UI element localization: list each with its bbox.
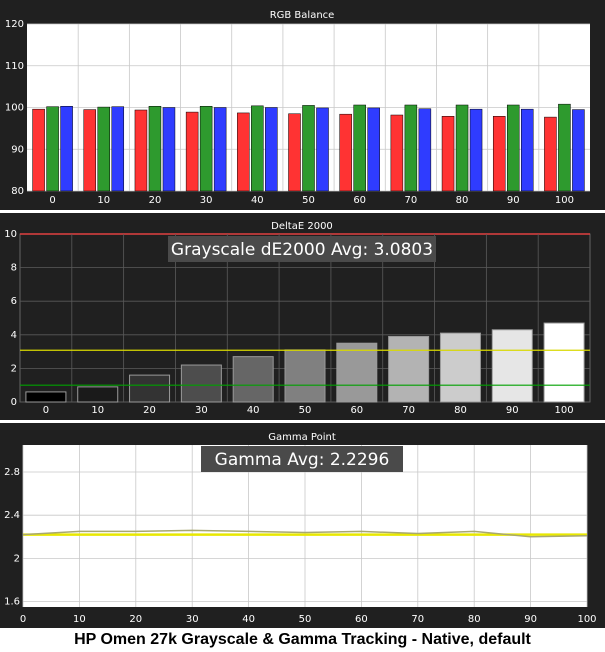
gamma-x-tick-label: 50 xyxy=(299,614,312,625)
gamma-x-tick-label: 60 xyxy=(355,614,368,625)
rgb-y-tick-label: 80 xyxy=(11,186,24,197)
rgb-bar-blue xyxy=(316,107,329,192)
gamma-y-tick-label: 2.4 xyxy=(4,510,20,521)
gamma-y-tick-label: 2 xyxy=(14,553,20,564)
rgb-bar-blue xyxy=(520,108,534,192)
rgb-bar-red xyxy=(83,109,97,192)
rgb-x-tick-label: 100 xyxy=(555,195,574,206)
rgb-y-tick-label: 120 xyxy=(5,19,24,30)
rgb-bar-green xyxy=(455,104,469,192)
deltae-y-tick-label: 10 xyxy=(4,229,17,240)
rgb-bar-blue xyxy=(572,109,585,192)
rgb-x-tick-label: 30 xyxy=(200,195,213,206)
gamma-x-tick-label: 100 xyxy=(577,614,596,625)
rgb-bar-red xyxy=(544,116,557,192)
rgb-bar-red xyxy=(32,108,45,192)
rgb-bar-blue xyxy=(213,107,227,192)
deltae-average-annotation: Grayscale dE2000 Avg: 3.0803 xyxy=(171,240,433,260)
rgb-bar-blue xyxy=(60,105,73,192)
gamma-x-tick-label: 80 xyxy=(468,614,481,625)
gamma-x-tick-label: 10 xyxy=(73,614,86,625)
deltae-x-tick-label: 80 xyxy=(454,405,467,416)
deltae-y-tick-label: 4 xyxy=(11,330,17,341)
rgb-x-tick-label: 20 xyxy=(149,195,162,206)
deltae-x-tick-label: 20 xyxy=(143,405,156,416)
figure-caption: HP Omen 27k Grayscale & Gamma Tracking -… xyxy=(74,631,531,648)
deltae-bar xyxy=(129,374,171,403)
deltae-x-tick-label: 30 xyxy=(195,405,208,416)
gamma-x-tick-label: 20 xyxy=(129,614,142,625)
deltae-x-tick-label: 70 xyxy=(402,405,415,416)
rgb-x-tick-label: 80 xyxy=(456,195,469,206)
rgb-bar-green xyxy=(97,106,111,192)
gamma-y-tick-label: 1.6 xyxy=(4,597,20,608)
gamma-x-tick-label: 70 xyxy=(411,614,424,625)
gamma-x-tick-label: 40 xyxy=(242,614,255,625)
rgb-bar-blue xyxy=(162,107,176,192)
rgb-x-tick-label: 60 xyxy=(353,195,366,206)
deltae-y-tick-label: 8 xyxy=(11,263,17,274)
deltae-bar xyxy=(284,349,326,403)
rgb-x-tick-label: 40 xyxy=(251,195,264,206)
rgb-bar-blue xyxy=(111,106,125,192)
gamma-x-tick-label: 90 xyxy=(524,614,537,625)
rgb-bar-green xyxy=(251,105,264,192)
rgb-bar-red xyxy=(288,113,301,192)
gamma-average-annotation: Gamma Avg: 2.2296 xyxy=(215,450,390,470)
rgb-bar-green xyxy=(506,104,520,192)
rgb-bar-red xyxy=(492,116,506,192)
gamma-chart-title: Gamma Point xyxy=(268,432,336,443)
deltae-bar xyxy=(180,364,222,403)
deltae-bar xyxy=(77,386,119,403)
rgb-y-tick-label: 100 xyxy=(5,103,24,114)
deltae-bar xyxy=(232,356,274,403)
calibration-charts: RGB Balance80901001101200 10 20 30 40 50 60 70 8… xyxy=(0,0,605,628)
rgb-bar-green xyxy=(199,105,213,192)
rgb-bar-red xyxy=(390,114,404,192)
gamma-y-tick-label: 2.8 xyxy=(4,467,20,478)
deltae-x-tick-label: 100 xyxy=(555,405,574,416)
rgb-bar-red xyxy=(339,113,352,192)
deltae-bar xyxy=(491,329,533,403)
rgb-bar-red xyxy=(441,116,455,192)
deltae-bar xyxy=(25,391,67,403)
rgb-bar-blue xyxy=(469,108,483,192)
rgb-x-tick-label: 50 xyxy=(302,195,315,206)
deltae-bar xyxy=(543,322,585,403)
rgb-bar-green xyxy=(302,105,315,192)
rgb-x-tick-label: 90 xyxy=(507,195,520,206)
rgb-chart-title: RGB Balance xyxy=(270,10,335,21)
gamma-x-tick-label: 30 xyxy=(186,614,199,625)
rgb-bar-green xyxy=(404,104,418,192)
deltae-x-tick-label: 90 xyxy=(506,405,519,416)
deltae-y-tick-label: 6 xyxy=(11,296,17,307)
rgb-x-tick-label: 0 xyxy=(49,195,55,206)
deltae-x-tick-label: 60 xyxy=(350,405,363,416)
rgb-bar-red xyxy=(185,111,199,192)
rgb-bar-blue xyxy=(265,107,278,192)
deltae-bar xyxy=(336,342,378,403)
deltae-x-tick-label: 40 xyxy=(247,405,260,416)
rgb-bar-red xyxy=(134,109,148,192)
deltae-bar xyxy=(439,332,481,403)
rgb-y-tick-label: 90 xyxy=(11,144,24,155)
gamma-x-tick-label: 0 xyxy=(20,614,26,625)
rgb-x-tick-label: 70 xyxy=(404,195,417,206)
rgb-y-tick-label: 110 xyxy=(5,61,24,72)
deltae-bar xyxy=(388,335,430,403)
deltae-y-tick-label: 2 xyxy=(11,363,17,374)
rgb-bar-green xyxy=(148,105,162,192)
deltae-x-tick-label: 50 xyxy=(299,405,312,416)
deltae-y-tick-label: 0 xyxy=(11,397,17,408)
rgb-bar-green xyxy=(353,104,366,192)
deltae-chart-title: DeltaE 2000 xyxy=(271,221,333,232)
deltae-x-tick-label: 0 xyxy=(43,405,49,416)
rgb-bar-green xyxy=(46,106,59,192)
deltae-x-tick-label: 10 xyxy=(91,405,104,416)
rgb-bar-green xyxy=(558,103,571,192)
rgb-x-tick-label: 10 xyxy=(97,195,110,206)
rgb-bar-blue xyxy=(367,107,380,192)
rgb-bar-blue xyxy=(418,108,432,192)
rgb-bar-red xyxy=(237,112,250,192)
